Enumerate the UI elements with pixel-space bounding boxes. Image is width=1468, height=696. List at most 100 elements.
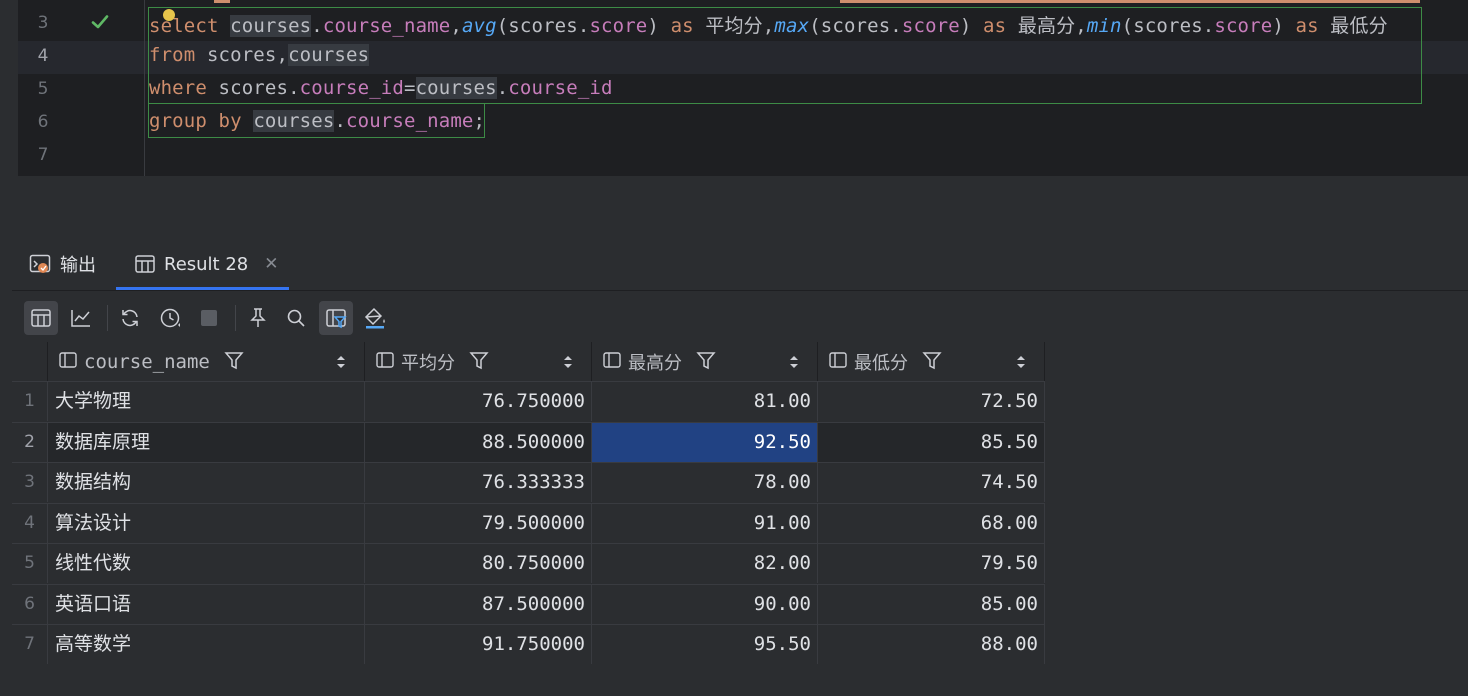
search-icon[interactable] [279, 301, 313, 335]
table-row[interactable]: 7 高等数学 91.750000 95.50 88.00 [12, 624, 1045, 664]
table-cell[interactable]: 数据结构 [48, 463, 365, 502]
code-token: as [1295, 15, 1319, 37]
code-line[interactable]: where scores.course_id=courses.course_id [149, 77, 613, 99]
table-cell[interactable]: 95.50 [592, 625, 818, 664]
filter-icon[interactable] [469, 350, 489, 374]
table-row[interactable]: 2 数据库原理 88.500000 92.50 85.50 [12, 421, 1045, 462]
table-cell[interactable]: 88.500000 [365, 422, 592, 462]
table-row[interactable]: 1 大学物理 76.750000 81.00 72.50 [12, 381, 1045, 421]
code-token: ) [959, 15, 984, 37]
row-number[interactable]: 5 [12, 544, 48, 583]
table-cell[interactable]: 85.50 [818, 422, 1045, 462]
table-cell[interactable]: 88.00 [818, 625, 1045, 664]
code-token: where [149, 77, 207, 99]
sort-icon[interactable] [789, 354, 799, 374]
table-cell[interactable]: 76.750000 [365, 382, 592, 421]
table-cell[interactable]: 英语口语 [48, 584, 365, 624]
row-number[interactable]: 7 [12, 625, 48, 664]
editor-panel-splitter[interactable] [0, 176, 1468, 239]
table-cell[interactable]: 74.50 [818, 463, 1045, 502]
table-row[interactable]: 6 英语口语 87.500000 90.00 85.00 [12, 583, 1045, 624]
pin-icon[interactable] [241, 301, 275, 335]
column-icon [375, 350, 395, 374]
code-token: 最高分, [1006, 15, 1087, 37]
row-number[interactable]: 4 [12, 503, 48, 543]
row-number[interactable]: 6 [12, 584, 48, 624]
line-number: 7 [37, 145, 49, 165]
sort-icon[interactable] [563, 354, 573, 374]
tab-output-label: 输出 [60, 255, 96, 276]
console-output-icon [28, 252, 52, 276]
error-stripe-mark [214, 0, 230, 3]
table-grid-icon [134, 253, 156, 275]
table-cell[interactable]: 高等数学 [48, 625, 365, 664]
code-token: score [1214, 15, 1273, 37]
panel-left-strip [0, 238, 12, 696]
table-row[interactable]: 4 算法设计 79.500000 91.00 68.00 [12, 502, 1045, 543]
column-header[interactable]: 最低分 [818, 342, 1045, 381]
intention-bulb-icon[interactable] [163, 9, 175, 21]
table-cell[interactable]: 82.00 [592, 544, 818, 583]
stop-icon[interactable] [192, 301, 226, 335]
filter-icon[interactable] [224, 350, 244, 374]
table-cell[interactable]: 线性代数 [48, 544, 365, 583]
table-row[interactable]: 5 线性代数 80.750000 82.00 79.50 [12, 543, 1045, 583]
code-line[interactable]: select courses.course_name,avg(scores.sc… [149, 11, 1388, 38]
execution-success-check-icon[interactable] [90, 12, 110, 32]
table-cell[interactable]: 数据库原理 [48, 422, 365, 462]
table-cell[interactable]: 80.750000 [365, 544, 592, 583]
table-cell[interactable]: 81.00 [592, 382, 818, 421]
tab-output[interactable]: 输出 [28, 238, 96, 290]
row-number-header [12, 342, 48, 381]
table-view-icon[interactable] [24, 301, 58, 335]
table-cell[interactable]: 78.00 [592, 463, 818, 502]
column-header[interactable]: 平均分 [365, 342, 592, 381]
sort-icon[interactable] [336, 354, 346, 374]
table-cell[interactable]: 92.50 [592, 422, 818, 462]
column-header[interactable]: course_name [48, 342, 365, 381]
column-header[interactable]: 最高分 [592, 342, 818, 381]
table-cell[interactable]: 85.00 [818, 584, 1045, 624]
row-number[interactable]: 1 [12, 382, 48, 421]
code-token: course_id [508, 77, 613, 99]
code-line[interactable]: group by courses.course_name; [149, 110, 485, 132]
code-token: courses [415, 77, 497, 99]
code-token: ) [647, 15, 671, 37]
tab-result[interactable]: Result 28 ✕ [134, 238, 279, 290]
sql-editor[interactable]: 3 4 5 6 7 select courses.course_name,avg… [0, 0, 1468, 176]
table-cell[interactable]: 90.00 [592, 584, 818, 624]
result-toolbar [12, 290, 1468, 343]
paint-bucket-icon[interactable] [358, 301, 392, 335]
table-cell[interactable]: 68.00 [818, 503, 1045, 543]
table-cell[interactable]: 79.500000 [365, 503, 592, 543]
refresh-icon[interactable] [113, 301, 147, 335]
row-number[interactable]: 3 [12, 463, 48, 502]
close-tab-icon[interactable]: ✕ [264, 254, 278, 274]
filter-icon[interactable] [696, 350, 716, 374]
gutter-divider [144, 0, 145, 176]
table-cell[interactable]: 72.50 [818, 382, 1045, 421]
filter-icon[interactable] [922, 350, 942, 374]
table-cell[interactable]: 91.00 [592, 503, 818, 543]
table-row[interactable]: 3 数据结构 76.333333 78.00 74.50 [12, 462, 1045, 502]
table-cell[interactable]: 算法设计 [48, 503, 365, 543]
table-cell[interactable]: 76.333333 [365, 463, 592, 502]
code-token: as [983, 15, 1007, 37]
editor-left-strip [0, 0, 18, 176]
sort-icon[interactable] [1016, 354, 1026, 374]
table-cell[interactable]: 91.750000 [365, 625, 592, 664]
row-number[interactable]: 2 [12, 422, 48, 462]
code-token: , [450, 15, 462, 37]
table-cell[interactable]: 87.500000 [365, 584, 592, 624]
error-stripe-mark [840, 0, 1420, 3]
code-line[interactable]: from scores,courses [149, 44, 370, 66]
filter-panel-icon[interactable] [319, 301, 353, 335]
code-token: from [149, 44, 196, 66]
column-icon [828, 350, 848, 374]
chart-view-icon[interactable] [64, 301, 98, 335]
column-icon [58, 350, 78, 374]
table-cell[interactable]: 79.50 [818, 544, 1045, 583]
table-cell[interactable]: 大学物理 [48, 382, 365, 421]
history-clock-icon[interactable] [153, 301, 187, 335]
